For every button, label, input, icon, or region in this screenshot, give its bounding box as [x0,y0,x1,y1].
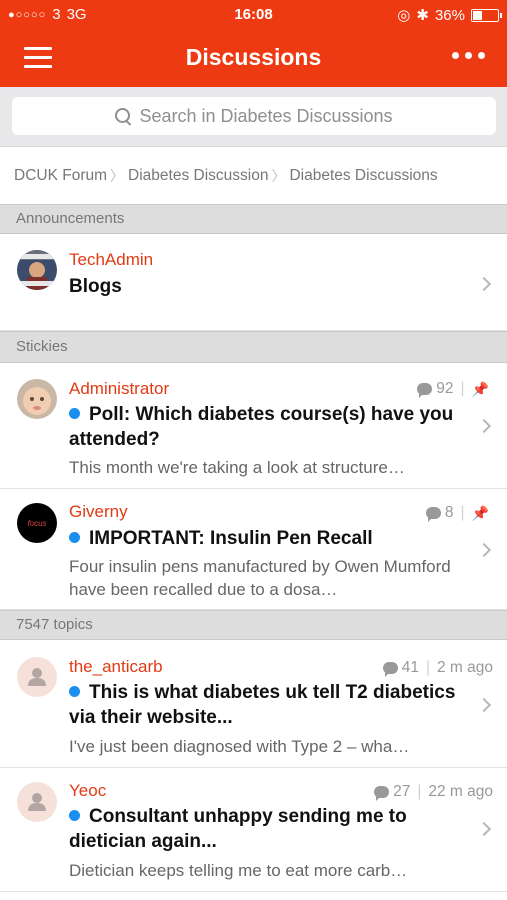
topic-title: IMPORTANT: Insulin Pen Recall [69,526,457,551]
reply-count: 92 [436,380,454,397]
chevron-right-icon [476,418,492,434]
more-dots-icon[interactable] [452,52,485,59]
topic-title: Consultant unhappy sending me to dietici… [69,806,407,852]
battery-icon [471,8,502,22]
avatar [17,250,57,290]
topic-meta: 27 | 22 m ago [374,783,493,801]
author-name: Giverny [69,502,128,521]
avatar [17,657,57,697]
topic-time: 22 m ago [428,783,493,800]
topic-meta: 92 | 📌 [417,380,489,398]
reply-count: 8 [444,504,454,521]
author-name: the_anticarb [69,657,163,676]
unread-dot-icon [69,686,80,697]
avatar [17,782,57,822]
topic-title: This is what diabetes uk tell T2 diabeti… [69,682,456,728]
pin-icon: 📌 [471,504,489,521]
comment-icon [425,507,441,522]
section-header-announcements: Announcements [0,204,507,234]
chevron-right-icon [476,697,492,713]
reply-count: 27 [393,783,411,800]
avatar-text: focus [27,518,47,528]
battery-percent: 36% [434,6,465,24]
unread-dot-icon [69,810,80,821]
status-bar: ●○○○○ 3 3G 16:08 ◎ ✱ 36% [0,0,507,30]
list-item[interactable]: Administrator 92 | 📌 Poll: Which diabete… [0,363,507,489]
breadcrumb: DCUK Forum 〉 Diabetes Discussion 〉 Diabe… [0,147,507,204]
avatar [17,379,57,419]
chevron-right-icon [476,276,492,292]
chevron-right-icon [476,821,492,837]
list-item[interactable]: TechAdmin Blogs [0,234,507,331]
list-item[interactable]: Yeoc 27 | 22 m ago Consultant unhappy se… [0,768,507,892]
comment-icon [374,786,390,801]
list-item[interactable]: the_anticarb 41 | 2 m ago This is what d… [0,640,507,768]
topic-meta: 8 | 📌 [425,504,489,522]
search-icon [115,108,131,124]
default-user-icon [28,793,46,811]
unread-dot-icon [69,408,80,419]
topic-title: Blogs [69,276,122,297]
author-name: Yeoc [69,781,107,800]
chevron-right-icon: 〉 [110,167,125,184]
bluetooth-icon: ✱ [416,7,429,24]
list-item[interactable]: focus Giverny 8 | 📌 IMPORTANT: Insulin P… [0,489,507,610]
comment-icon [382,662,398,677]
unread-dot-icon [69,532,80,543]
author-name: Administrator [69,379,170,398]
topic-excerpt: Four insulin pens manufactured by Owen M… [69,557,451,599]
topic-excerpt: I've just been diagnosed with Type 2 – w… [69,737,410,756]
chevron-right-icon: 〉 [271,167,286,184]
page-title: Discussions [185,44,322,70]
lock-rotation-icon: ◎ [397,7,411,24]
chevron-right-icon [476,542,492,558]
default-user-icon [28,668,46,686]
avatar: focus [17,503,57,543]
topic-excerpt: This month we're taking a look at struct… [69,458,405,477]
pin-icon: 📌 [471,380,489,397]
author-name: TechAdmin [69,250,154,269]
section-header-stickies: Stickies [0,331,507,363]
topic-time: 2 m ago [436,659,493,676]
comment-icon [417,383,433,398]
search-placeholder: Search in Diabetes Discussions [139,105,393,126]
breadcrumb-item[interactable]: Diabetes Discussion [128,167,268,185]
breadcrumb-item[interactable]: Diabetes Discussions [289,167,437,185]
search-input[interactable]: Search in Diabetes Discussions [12,97,496,135]
reply-count: 41 [401,659,419,676]
topic-meta: 41 | 2 m ago [382,659,493,677]
navigation-bar: Discussions [0,30,507,87]
section-header-topics: 7547 topics [0,610,507,640]
breadcrumb-item[interactable]: DCUK Forum [14,167,107,185]
topic-excerpt: Dietician keeps telling me to eat more c… [69,861,408,880]
search-bar: Search in Diabetes Discussions [0,87,507,147]
topic-title: Poll: Which diabetes course(s) have you … [69,404,454,450]
